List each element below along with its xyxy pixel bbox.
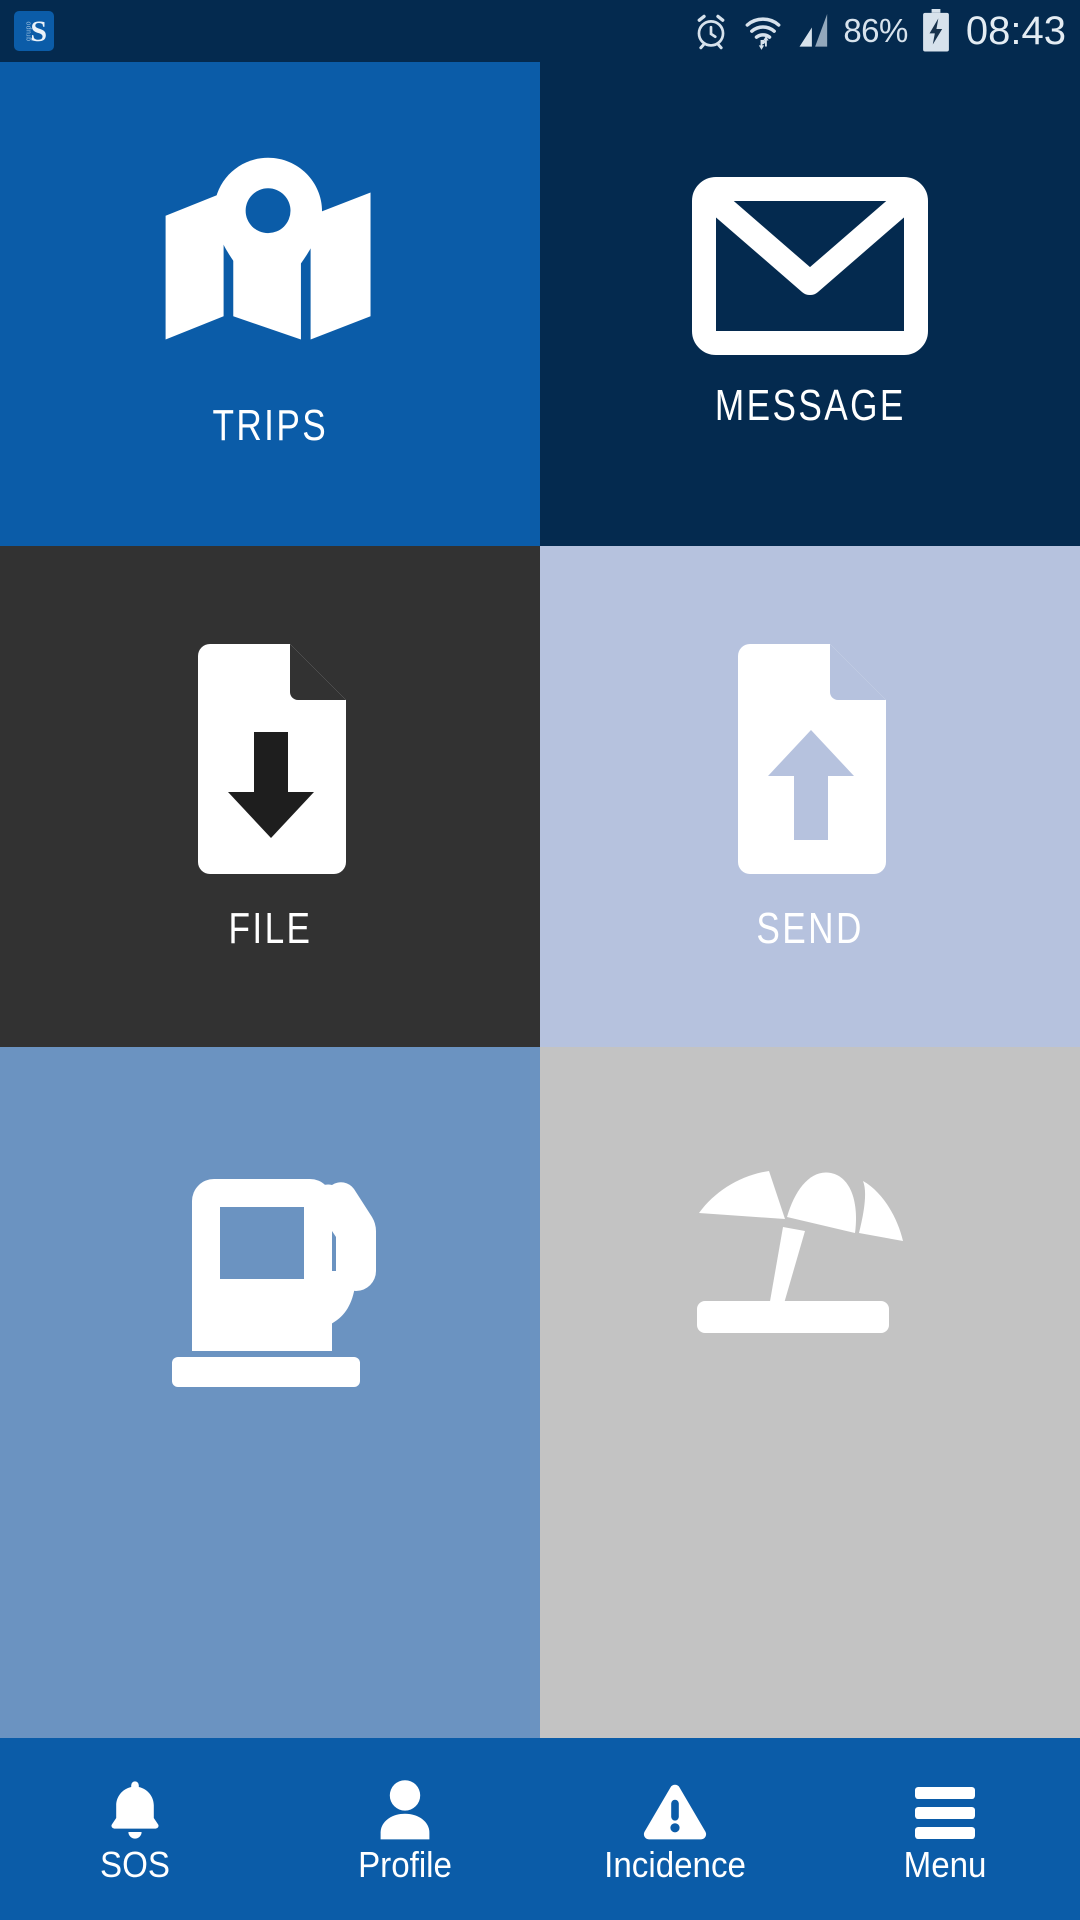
app-badge-brand-mark: S bbox=[30, 15, 47, 48]
fuel-pump-icon bbox=[0, 1165, 540, 1387]
battery-charging-icon bbox=[921, 9, 951, 53]
tile-send[interactable]: SEND bbox=[540, 546, 1080, 1047]
nav-label-profile: Profile bbox=[358, 1844, 452, 1885]
hamburger-menu-icon bbox=[911, 1775, 979, 1841]
tile-file[interactable]: FILE bbox=[0, 546, 540, 1047]
nav-item-profile[interactable]: Profile bbox=[270, 1738, 540, 1920]
tile-rest[interactable] bbox=[540, 1047, 1080, 1738]
status-bar-clock: 08:43 bbox=[965, 8, 1066, 53]
tile-label-trips: TRIPS bbox=[212, 401, 328, 450]
app-root: grupo S 86% 08:43 TRIPS MESSAGE FILE SEN… bbox=[0, 0, 1080, 1920]
tile-label-message: MESSAGE bbox=[714, 381, 906, 430]
app-badge-icon: grupo S bbox=[14, 11, 54, 51]
envelope-icon bbox=[540, 177, 1080, 355]
file-download-icon bbox=[0, 640, 540, 878]
nav-item-sos[interactable]: SOS bbox=[0, 1738, 270, 1920]
file-upload-icon bbox=[540, 640, 1080, 878]
tile-fuel[interactable] bbox=[0, 1047, 540, 1738]
status-bar-left: grupo S bbox=[14, 11, 54, 51]
nav-label-incidence: Incidence bbox=[604, 1844, 746, 1885]
status-bar-right: 86% 08:43 bbox=[692, 9, 1066, 54]
nav-label-menu: Menu bbox=[903, 1844, 987, 1885]
person-icon bbox=[376, 1775, 434, 1841]
battery-percent-label: 86% bbox=[843, 12, 908, 49]
map-location-icon bbox=[0, 157, 540, 375]
bell-icon bbox=[104, 1775, 166, 1841]
nav-item-menu[interactable]: Menu bbox=[810, 1738, 1080, 1920]
tile-trips[interactable]: TRIPS bbox=[0, 62, 540, 546]
beach-umbrella-icon bbox=[540, 1165, 1080, 1355]
tile-label-send: SEND bbox=[756, 903, 864, 953]
warning-triangle-icon bbox=[642, 1775, 708, 1841]
nav-item-incidence[interactable]: Incidence bbox=[540, 1738, 810, 1920]
bottom-navigation-bar: SOS Profile Incidence Menu bbox=[0, 1738, 1080, 1920]
tile-message[interactable]: MESSAGE bbox=[540, 62, 1080, 546]
tile-label-file: FILE bbox=[228, 903, 312, 953]
nav-label-sos: SOS bbox=[100, 1844, 170, 1885]
alarm-clock-icon bbox=[692, 11, 730, 51]
status-bar: grupo S 86% 08:43 bbox=[0, 0, 1080, 62]
cellular-signal-icon bbox=[796, 11, 830, 51]
wifi-icon bbox=[743, 11, 783, 51]
tile-grid: TRIPS MESSAGE FILE SEND bbox=[0, 62, 1080, 1738]
